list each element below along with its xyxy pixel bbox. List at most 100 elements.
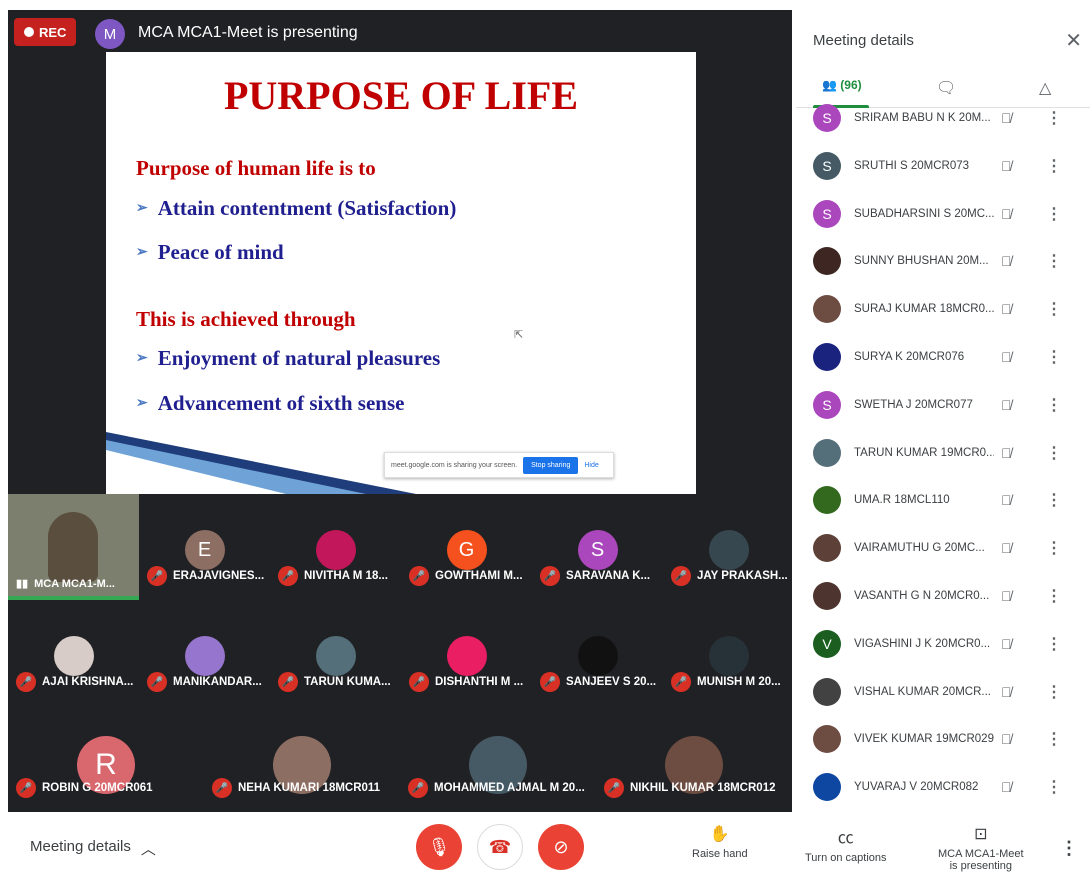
avatar — [813, 343, 841, 371]
mic-off-icon: 🎙̸ — [1001, 301, 1012, 318]
participant-tile[interactable]: R 🎤 ROBIN G 20MCR061 — [8, 706, 204, 806]
tab-people[interactable]: 👥 (96) — [822, 78, 862, 92]
tile-label: 🎤 ROBIN G 20MCR061 — [16, 778, 153, 798]
raise-hand-button[interactable]: ✋ Raise hand — [692, 824, 748, 860]
more-options-icon[interactable]: ⋮ — [1046, 729, 1062, 749]
participant-row[interactable]: VISHAL KUMAR 20MCR... 🎙̸ ⋮ — [796, 668, 1090, 716]
more-options-icon[interactable]: ⋮ — [1046, 204, 1062, 224]
more-options-icon[interactable]: ⋮ — [1046, 443, 1062, 463]
close-icon[interactable]: ✕ — [1065, 28, 1082, 53]
presenting-title: MCA MCA1-Meet is presenting — [138, 24, 358, 41]
participant-name: SANJEEV S 20... — [566, 676, 657, 688]
leave-call-button[interactable]: ☎ — [477, 824, 523, 870]
participant-name: VISHAL KUMAR 20MCR... — [854, 685, 991, 698]
tile-label: 🎤 NEHA KUMARI 18MCR011 — [212, 778, 380, 798]
participant-row[interactable]: TARUN KUMAR 19MCR0... 🎙̸ ⋮ — [796, 429, 1090, 477]
participant-row[interactable]: S SUBADHARSINI S 20MC... 🎙̸ ⋮ — [796, 190, 1090, 238]
more-options-icon[interactable]: ⋮ — [1060, 838, 1078, 859]
arrow-bullet-icon: ➢ — [136, 245, 148, 260]
mic-off-icon: 🎙̸ — [1001, 492, 1012, 509]
hide-button[interactable]: Hide — [584, 462, 598, 469]
captions-button[interactable]: ㏄ Turn on captions — [805, 824, 887, 864]
participant-row[interactable]: SURAJ KUMAR 18MCR0... 🎙̸ ⋮ — [796, 285, 1090, 333]
more-options-icon[interactable]: ⋮ — [1046, 395, 1062, 415]
more-options-icon[interactable]: ⋮ — [1046, 682, 1062, 702]
participant-name: SURAJ KUMAR 18MCR0... — [854, 303, 994, 316]
mic-muted-icon: 🎤 — [212, 778, 232, 798]
participant-tile[interactable]: E 🎤 ERAJAVIGNES... — [139, 494, 270, 594]
avatar — [813, 438, 841, 467]
participant-tile[interactable]: 🎤 MUNISH M 20... — [663, 600, 792, 700]
participant-row[interactable]: VAIRAMUTHU G 20MC... 🎙̸ ⋮ — [796, 524, 1090, 572]
self-video-person — [48, 512, 98, 582]
more-options-icon[interactable]: ⋮ — [1046, 490, 1062, 510]
participant-tile[interactable]: 🎤 NIVITHA M 18... — [270, 494, 401, 594]
more-options-icon[interactable]: ⋮ — [1046, 586, 1062, 606]
tile-label: 🎤 GOWTHAMI M... — [409, 566, 523, 586]
participant-tile[interactable]: 🎤 JAY PRAKASH... — [663, 494, 792, 594]
avatar: V — [813, 629, 841, 658]
more-options-icon[interactable]: ⋮ — [1046, 251, 1062, 271]
camera-button[interactable]: ⊘ — [538, 824, 584, 870]
more-options-icon[interactable]: ⋮ — [1046, 156, 1062, 176]
participant-tile[interactable]: 🎤 NIKHIL KUMAR 18MCR012 — [596, 706, 792, 806]
participant-row[interactable]: SURYA K 20MCR076 🎙̸ ⋮ — [796, 333, 1090, 381]
meeting-details-panel: Meeting details ✕ 👥 (96) 🗨 △ S SRIRAM BAB… — [796, 0, 1090, 812]
recording-badge: REC — [14, 18, 76, 46]
participant-name: TARUN KUMAR 19MCR0... — [854, 446, 994, 459]
record-dot-icon — [24, 27, 34, 37]
self-video-tile[interactable]: ▮▮ MCA MCA1-M... — [8, 494, 139, 600]
more-options-icon[interactable]: ⋮ — [1046, 299, 1062, 319]
participant-row[interactable]: S SWETHA J 20MCR077 🎙̸ ⋮ — [796, 381, 1090, 429]
participant-row[interactable]: SUNNY BHUSHAN 20M... 🎙̸ ⋮ — [796, 237, 1090, 285]
participant-tile[interactable]: G 🎤 GOWTHAMI M... — [401, 494, 532, 594]
mic-off-icon: 🎙̸ — [1001, 588, 1012, 604]
participant-name: SRIRAM BABU N K 20M... — [854, 112, 991, 124]
more-options-icon[interactable]: ⋮ — [1046, 777, 1062, 797]
mic-off-icon: 🎙̸ — [1001, 779, 1012, 796]
mic-muted-icon: 🎤 — [409, 566, 429, 586]
participant-name: VIVEK KUMAR 19MCR029 — [854, 733, 994, 746]
mic-muted-icon: 🎤 — [409, 672, 429, 692]
participant-tile[interactable]: 🎤 NEHA KUMARI 18MCR011 — [204, 706, 400, 806]
participant-row[interactable]: S SRIRAM BABU N K 20M... 🎙̸ ⋮ — [796, 94, 1090, 142]
slide-heading-2: This is achieved through — [136, 307, 356, 331]
microphone-button[interactable]: 🎙 — [416, 824, 462, 870]
participant-tile[interactable]: 🎤 MOHAMMED AJMAL M 20... — [400, 706, 596, 806]
tile-label: 🎤 DISHANTHI M ... — [409, 672, 523, 692]
participant-tile[interactable]: S 🎤 SARAVANA K... — [532, 494, 663, 594]
participant-row[interactable]: V VIGASHINI J K 20MCR0... 🎙̸ ⋮ — [796, 620, 1090, 668]
more-options-icon[interactable]: ⋮ — [1046, 347, 1062, 367]
presenting-button[interactable]: ⊡ MCA MCA1-Meet is presenting — [938, 824, 1024, 872]
participant-tile[interactable]: 🎤 MANIKANDAR... — [139, 600, 270, 700]
avatar — [708, 636, 749, 676]
more-options-icon[interactable]: ⋮ — [1046, 538, 1062, 558]
participant-tile[interactable]: 🎤 DISHANTHI M ... — [401, 600, 532, 700]
meeting-details-button[interactable]: Meeting details ︿ — [30, 838, 156, 859]
mic-off-icon: 🎙̸ — [1001, 731, 1012, 748]
more-options-icon[interactable]: ⋮ — [1046, 634, 1062, 654]
participant-tile[interactable]: 🎤 SANJEEV S 20... — [532, 600, 663, 700]
arrow-bullet-icon: ➢ — [136, 201, 148, 216]
participant-row[interactable]: VIVEK KUMAR 19MCR029 🎙̸ ⋮ — [796, 715, 1090, 763]
participant-row[interactable]: YUVARAJ V 20MCR082 🎙̸ ⋮ — [796, 763, 1090, 811]
stop-sharing-button[interactable]: Stop sharing — [523, 456, 579, 474]
more-options-icon[interactable]: ⋮ — [1046, 108, 1062, 128]
hang-up-icon: ☎ — [488, 836, 512, 857]
meeting-details-label: Meeting details — [30, 838, 131, 855]
participant-row[interactable]: VASANTH G N 20MCR0... 🎙̸ ⋮ — [796, 572, 1090, 620]
slide-decoration — [106, 432, 416, 494]
participant-tile[interactable]: 🎤 TARUN KUMA... — [270, 600, 401, 700]
tile-label: 🎤 MANIKANDAR... — [147, 672, 262, 692]
people-count: (96) — [840, 78, 862, 92]
participant-tile[interactable]: 🎤 AJAI KRISHNA... — [8, 600, 139, 700]
video-stage: REC M MCA MCA1-Meet is presenting PURPOS… — [8, 10, 792, 812]
mic-off-icon: 🎙̸ — [1001, 253, 1012, 270]
participant-row[interactable]: S SRUTHI S 20MCR073 🎙̸ ⋮ — [796, 142, 1090, 190]
tile-label: 🎤 NIKHIL KUMAR 18MCR012 — [604, 778, 775, 798]
avatar: S — [813, 390, 841, 419]
avatar — [315, 636, 356, 676]
participant-row[interactable]: UMA.R 18MCL110 🎙̸ ⋮ — [796, 476, 1090, 524]
present-screen-icon: ⊡ — [974, 826, 988, 843]
rec-label: REC — [39, 24, 67, 40]
